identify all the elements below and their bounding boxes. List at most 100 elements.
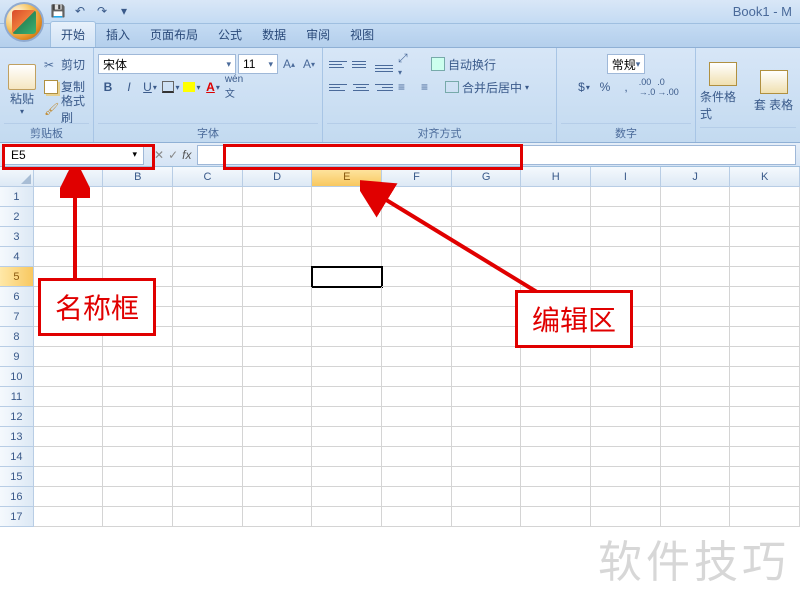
cell[interactable]: [103, 227, 173, 247]
cell[interactable]: [591, 487, 661, 507]
tab-home[interactable]: 开始: [50, 21, 96, 47]
cell[interactable]: [591, 447, 661, 467]
cell[interactable]: [312, 307, 382, 327]
enter-icon[interactable]: ✓: [168, 148, 178, 162]
cell[interactable]: [661, 447, 731, 467]
cell[interactable]: [34, 187, 104, 207]
align-center-button[interactable]: [350, 77, 372, 97]
cell[interactable]: [452, 447, 522, 467]
tab-review[interactable]: 审阅: [296, 22, 340, 47]
cell[interactable]: [173, 507, 243, 527]
cell[interactable]: [452, 387, 522, 407]
cell[interactable]: [382, 347, 452, 367]
cell[interactable]: [591, 407, 661, 427]
accounting-button[interactable]: $▾: [574, 77, 594, 97]
cell[interactable]: [243, 487, 313, 507]
cell[interactable]: [730, 207, 800, 227]
cell[interactable]: [312, 447, 382, 467]
cell[interactable]: [382, 487, 452, 507]
cell[interactable]: [103, 467, 173, 487]
qat-dropdown-icon[interactable]: ▾: [116, 4, 132, 20]
cell[interactable]: [730, 447, 800, 467]
cell[interactable]: [730, 267, 800, 287]
cell[interactable]: [452, 427, 522, 447]
row-header[interactable]: 17: [0, 507, 34, 527]
cell[interactable]: [661, 507, 731, 527]
cell[interactable]: [521, 387, 591, 407]
cell[interactable]: [103, 367, 173, 387]
align-bottom-button[interactable]: [373, 54, 395, 74]
italic-button[interactable]: I: [119, 77, 139, 97]
cell[interactable]: [730, 227, 800, 247]
cell[interactable]: [312, 227, 382, 247]
cell[interactable]: [243, 367, 313, 387]
cell[interactable]: [661, 387, 731, 407]
cell[interactable]: [661, 347, 731, 367]
cell[interactable]: [661, 207, 731, 227]
align-right-button[interactable]: [373, 77, 395, 97]
cell[interactable]: [591, 387, 661, 407]
cell[interactable]: [730, 427, 800, 447]
cell[interactable]: [521, 487, 591, 507]
cell[interactable]: [382, 367, 452, 387]
cell[interactable]: [382, 327, 452, 347]
cell[interactable]: [34, 487, 104, 507]
cell[interactable]: [312, 347, 382, 367]
cell[interactable]: [173, 487, 243, 507]
tab-formulas[interactable]: 公式: [208, 22, 252, 47]
cell[interactable]: [34, 347, 104, 367]
cell[interactable]: [103, 427, 173, 447]
table-style-button[interactable]: 套 表格: [751, 70, 796, 113]
conditional-format-button[interactable]: 条件格式: [700, 62, 745, 122]
cell[interactable]: [661, 367, 731, 387]
cell[interactable]: [730, 507, 800, 527]
cell[interactable]: [243, 247, 313, 267]
cell[interactable]: [730, 347, 800, 367]
cell[interactable]: [591, 367, 661, 387]
cell[interactable]: [382, 467, 452, 487]
font-color-button[interactable]: A▾: [203, 77, 223, 97]
cell[interactable]: [34, 247, 104, 267]
cell[interactable]: [452, 207, 522, 227]
cell[interactable]: [103, 507, 173, 527]
row-header[interactable]: 3: [0, 227, 34, 247]
tab-view[interactable]: 视图: [340, 22, 384, 47]
cell[interactable]: [730, 187, 800, 207]
cell[interactable]: [382, 287, 452, 307]
column-header[interactable]: J: [661, 167, 731, 187]
cell[interactable]: [661, 467, 731, 487]
font-name-combo[interactable]: 宋体▾: [98, 54, 236, 74]
cell[interactable]: [103, 487, 173, 507]
cell[interactable]: [452, 467, 522, 487]
cell[interactable]: [173, 247, 243, 267]
redo-icon[interactable]: ↷: [94, 4, 110, 20]
cell[interactable]: [312, 207, 382, 227]
cell[interactable]: [661, 407, 731, 427]
underline-button[interactable]: U▾: [140, 77, 160, 97]
cell[interactable]: [591, 427, 661, 447]
cell[interactable]: [103, 187, 173, 207]
align-middle-button[interactable]: [350, 54, 372, 74]
cell[interactable]: [730, 387, 800, 407]
cell[interactable]: [382, 387, 452, 407]
cell[interactable]: [173, 327, 243, 347]
cell[interactable]: [382, 207, 452, 227]
increase-decimal-button[interactable]: .00→.0: [637, 77, 657, 97]
cell[interactable]: [173, 287, 243, 307]
cell[interactable]: [382, 307, 452, 327]
cell[interactable]: [312, 387, 382, 407]
cell[interactable]: [452, 267, 522, 287]
office-button[interactable]: [4, 2, 44, 42]
cell[interactable]: [382, 447, 452, 467]
cell[interactable]: [452, 307, 522, 327]
column-header[interactable]: C: [173, 167, 243, 187]
cell[interactable]: [173, 407, 243, 427]
row-header[interactable]: 1: [0, 187, 34, 207]
cell[interactable]: [103, 387, 173, 407]
cell[interactable]: [312, 327, 382, 347]
cut-button[interactable]: ✂剪切: [44, 55, 89, 75]
cell[interactable]: [382, 427, 452, 447]
cell[interactable]: [173, 187, 243, 207]
cell[interactable]: [103, 207, 173, 227]
cell[interactable]: [452, 347, 522, 367]
